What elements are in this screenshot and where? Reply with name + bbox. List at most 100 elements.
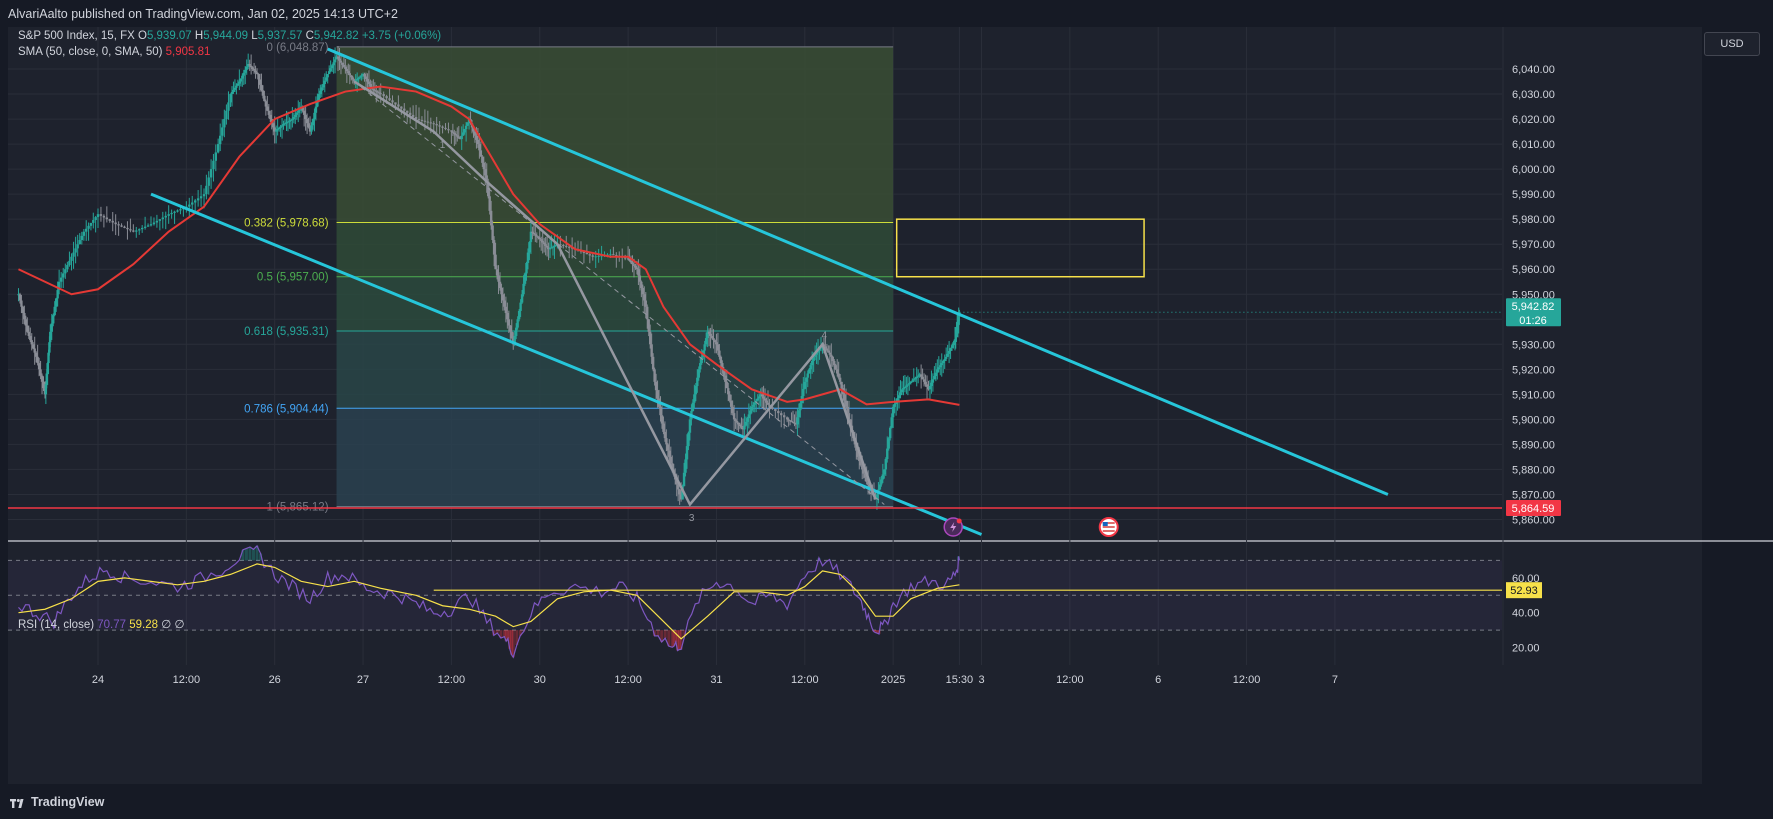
candle-body: [114, 222, 117, 225]
time-tick-label: 2025: [881, 674, 905, 686]
candle-body: [76, 244, 79, 249]
candle-body: [531, 231, 534, 233]
candle-body: [766, 402, 770, 405]
candle-body: [650, 344, 653, 357]
candle-body: [797, 410, 801, 418]
last-price-badge-text: 5,942.82: [1512, 301, 1555, 313]
candle-body: [881, 474, 885, 480]
candle-body: [62, 273, 65, 278]
candle-body: [732, 413, 736, 420]
candle-body: [453, 132, 456, 135]
sma-label: SMA (50, close, 0, SMA, 50): [18, 46, 163, 58]
candle-body: [780, 413, 783, 416]
candle-body: [199, 196, 203, 199]
candle-body: [333, 59, 337, 63]
sma-legend[interactable]: SMA (50, close, 0, SMA, 50) 5,905.81: [18, 46, 210, 58]
candle-body: [40, 375, 44, 382]
rsi-legend[interactable]: RSI (14, close) 70.77 59.28 ∅ ∅: [18, 617, 185, 631]
candle-body: [482, 162, 485, 170]
tradingview-logo-icon: [10, 799, 24, 808]
candle-body: [744, 421, 748, 426]
candle-body: [475, 135, 478, 140]
candle-body: [248, 64, 251, 66]
candle-body: [388, 98, 391, 101]
candle-body: [258, 79, 262, 85]
candle-body: [507, 319, 511, 326]
fib-zone-1: [336, 222, 894, 277]
support-price-badge: 5,864.59: [1506, 500, 1561, 517]
candle-body: [890, 417, 893, 428]
candle-body: [925, 384, 929, 387]
candle-body: [697, 369, 700, 378]
candle-body: [330, 65, 334, 69]
candle-body: [827, 350, 830, 353]
high-value: 5,944.09: [203, 30, 248, 42]
candle-body: [905, 385, 908, 387]
candle-body: [591, 255, 594, 257]
candle-body: [164, 215, 167, 218]
candle-body: [64, 269, 67, 274]
candle-body: [504, 306, 508, 314]
candle-body: [207, 177, 210, 186]
candle-body: [347, 71, 350, 74]
candle-body: [936, 369, 939, 373]
candle-body: [716, 344, 720, 351]
candle-body: [219, 135, 222, 145]
candle-body: [699, 363, 702, 370]
fib-label-0.382: 0.382 (5,978.68): [244, 217, 329, 229]
candle-body: [809, 365, 812, 370]
candle-body: [648, 331, 652, 345]
candle-body: [454, 134, 458, 136]
candle-body: [634, 265, 637, 268]
candle-body: [52, 315, 55, 324]
candle-body: [92, 220, 95, 223]
candle-body: [831, 356, 834, 361]
candle-body: [193, 200, 197, 203]
candle-body: [952, 342, 955, 346]
candle-body: [235, 85, 238, 88]
candle-body: [830, 354, 833, 357]
price-tick-label: 5,890.00: [1512, 439, 1555, 451]
candle-body: [828, 352, 832, 355]
candle-body: [320, 87, 324, 91]
candle-body: [594, 256, 597, 258]
candle-body: [688, 419, 692, 433]
currency-button[interactable]: USD: [1704, 32, 1760, 56]
time-tick-label: 12:00: [614, 674, 642, 686]
time-tick-label: 26: [269, 674, 281, 686]
symbol-legend[interactable]: S&P 500 Index, 15, FX O5,939.07 H5,944.0…: [18, 30, 441, 42]
candle-body: [731, 406, 734, 414]
candle-body: [710, 335, 714, 339]
time-tick-label: 3: [978, 674, 984, 686]
candle-body: [651, 356, 655, 370]
candle-body: [50, 323, 53, 332]
candle-body: [765, 400, 768, 403]
change-value: +3.75 (+0.06%): [361, 30, 442, 42]
candle-body: [117, 224, 120, 226]
candle-body: [899, 392, 902, 396]
candle-body: [902, 388, 905, 390]
time-tick-label: 30: [534, 674, 546, 686]
candle-body: [737, 422, 740, 425]
candle-body: [833, 360, 836, 366]
candle-body: [329, 68, 332, 72]
candle-body: [799, 403, 802, 411]
price-tick-label: 6,010.00: [1512, 139, 1555, 151]
candle-body: [233, 87, 237, 90]
candle-body: [385, 96, 388, 99]
candle-body: [267, 110, 271, 115]
lightning-event-icon: [943, 517, 963, 537]
candle-body: [629, 260, 633, 263]
chart-svg[interactable]: 0 (6,048.87) 0.382 (5,978.68) 0.5 (5,957.0…: [0, 0, 1773, 819]
candle-body: [942, 360, 945, 364]
candle-body: [366, 79, 369, 82]
candle-body: [489, 210, 493, 226]
candle-body: [291, 119, 294, 121]
candle-body: [889, 427, 892, 439]
candle-body: [236, 83, 240, 86]
candle-body: [488, 196, 491, 211]
candle-body: [307, 123, 310, 128]
candle-body: [85, 228, 88, 232]
fibonacci-retracement[interactable]: 0 (6,048.87) 0.382 (5,978.68) 0.5 (5,957.0…: [244, 42, 894, 514]
candle-body: [719, 356, 723, 364]
